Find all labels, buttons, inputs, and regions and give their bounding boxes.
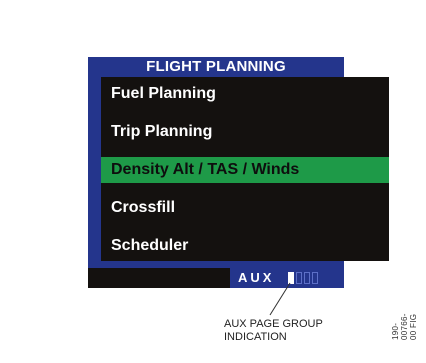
callout-caption: AUX PAGE GROUP INDICATION: [224, 318, 384, 344]
callout-caption-line-1: AUX PAGE GROUP: [224, 318, 323, 330]
callout-caption-line-2: INDICATION: [224, 331, 287, 343]
callout-leader-line: [269, 282, 291, 316]
figure-code: 190-00766-00 FIG: [391, 313, 418, 340]
